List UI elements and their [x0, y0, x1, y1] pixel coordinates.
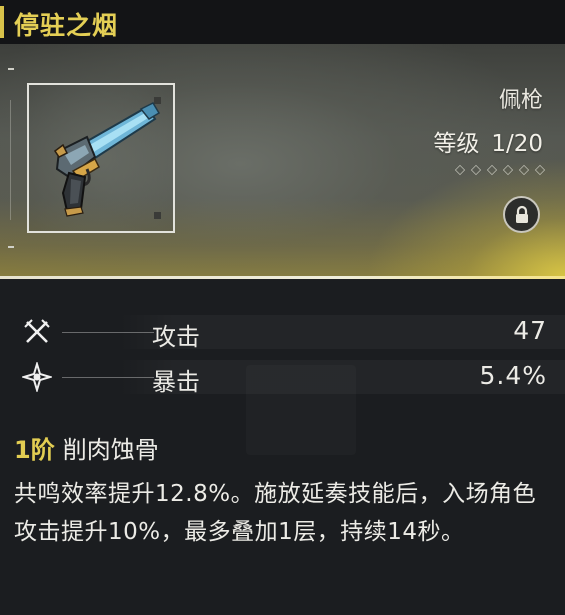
side-tick-top — [8, 68, 14, 70]
stat-connector-line — [62, 332, 154, 333]
stat-connector-line — [62, 377, 154, 378]
weapon-type-label: 佩枪 — [498, 88, 543, 113]
side-tick-bottom — [8, 246, 14, 248]
hero-divider — [0, 276, 565, 279]
level-row: 等级 1/20 — [433, 124, 543, 158]
crit-star-icon — [22, 362, 52, 392]
passive-name: 削肉蚀骨 — [62, 436, 159, 464]
stat-value: 5.4% — [479, 361, 547, 390]
weapon-detail-panel: 停驻之烟 佩枪 等级 1/20 攻击 47 暴击 5.4% 1阶 削肉蚀骨 共鸣… — [0, 0, 565, 615]
crossed-swords-icon — [24, 319, 50, 343]
stat-label: 暴击 — [152, 368, 200, 396]
stat-row-attack: 攻击 47 — [0, 313, 565, 351]
rank-dot — [454, 164, 466, 176]
stat-row-crit: 暴击 5.4% — [0, 358, 565, 396]
pistol-icon — [53, 102, 161, 217]
rank-dot — [534, 164, 546, 176]
rank-dot — [502, 164, 514, 176]
level-value: 1/20 — [491, 131, 543, 157]
side-guide-line — [10, 100, 11, 220]
rank-dot — [470, 164, 482, 176]
rank-dot — [518, 164, 530, 176]
passive-rank: 1阶 — [14, 436, 55, 464]
rank-dots — [454, 164, 546, 176]
weapon-icon-frame[interactable] — [27, 83, 175, 233]
rank-dot — [486, 164, 498, 176]
weapon-title: 停驻之烟 — [14, 11, 119, 40]
lock-button[interactable] — [503, 196, 540, 233]
level-label: 等级 — [433, 131, 480, 157]
title-accent-bar — [0, 6, 4, 38]
lock-icon — [516, 205, 528, 223]
title-bar: 停驻之烟 — [0, 0, 565, 44]
stat-value: 47 — [513, 316, 547, 345]
passive-title: 1阶 削肉蚀骨 — [14, 430, 159, 465]
stat-label: 攻击 — [152, 323, 200, 351]
passive-description: 共鸣效率提升12.8%。施放延奏技能后，入场角色攻击提升10%，最多叠加1层，持… — [14, 481, 537, 545]
